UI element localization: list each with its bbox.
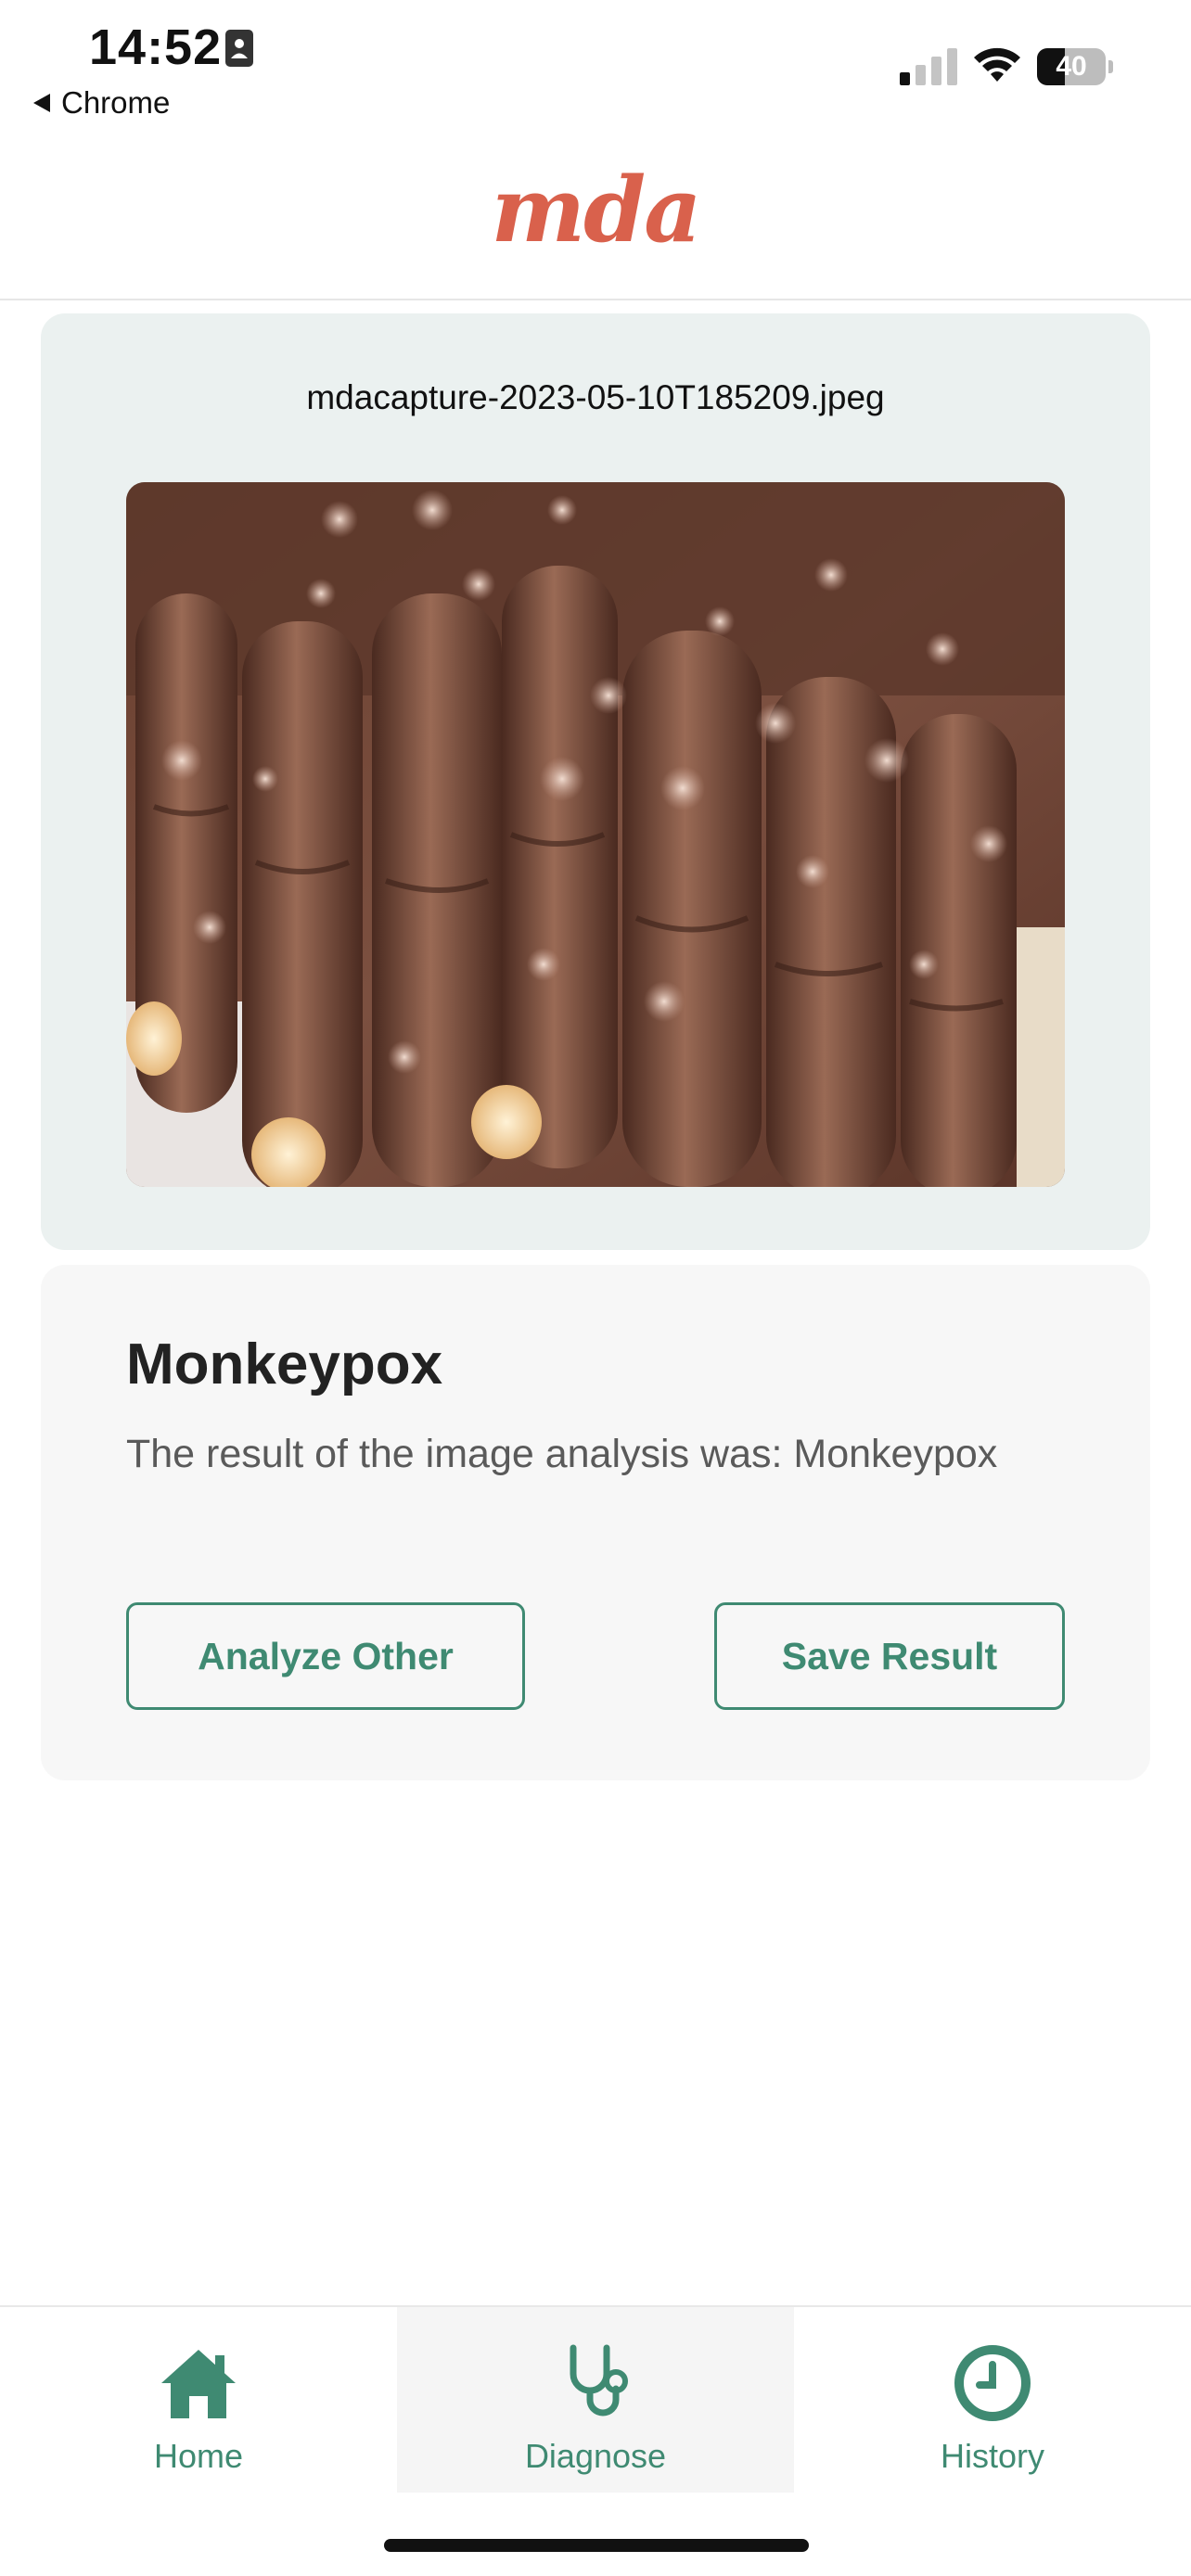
nav-item-diagnose[interactable]: Diagnose <box>397 2307 794 2493</box>
analyzed-photo <box>126 482 1065 1187</box>
nav-label-diagnose: Diagnose <box>524 2437 667 2475</box>
diagnosis-description: The result of the image analysis was: Mo… <box>126 1432 998 1476</box>
app-header: mda <box>0 139 1191 300</box>
image-card: mdacapture-2023-05-10T185209.jpeg <box>41 313 1150 1250</box>
wifi-icon <box>974 47 1020 82</box>
diagnosis-title: Monkeypox <box>126 1333 443 1396</box>
contact-card-icon <box>225 30 253 67</box>
analyze-other-button[interactable]: Analyze Other <box>126 1602 525 1710</box>
bottom-nav: Home Diagnose History <box>0 2305 1191 2493</box>
stethoscope-icon <box>570 2344 628 2417</box>
battery-percent: 40 <box>1056 51 1087 82</box>
save-result-button[interactable]: Save Result <box>714 1602 1065 1710</box>
status-bar: 14:52 Chrome 40 <box>0 0 1191 139</box>
home-indicator <box>384 2539 809 2552</box>
back-to-app-link[interactable]: Chrome <box>33 85 170 121</box>
nav-label-home: Home <box>153 2437 244 2475</box>
nav-item-history[interactable]: History <box>794 2307 1191 2493</box>
battery-indicator: 40 <box>1037 48 1113 85</box>
back-app-label: Chrome <box>61 85 171 120</box>
result-card: Monkeypox The result of the image analys… <box>41 1265 1150 1780</box>
nav-label-history: History <box>940 2437 1044 2475</box>
back-arrow-icon <box>33 94 50 112</box>
clock-icon <box>954 2345 1031 2421</box>
nav-item-home[interactable]: Home <box>0 2307 397 2493</box>
home-icon <box>161 2350 236 2418</box>
app-logo: mda <box>491 158 702 262</box>
status-time: 14:52 <box>89 19 223 75</box>
cellular-signal-icon <box>900 48 957 85</box>
file-name: mdacapture-2023-05-10T185209.jpeg <box>306 378 885 416</box>
